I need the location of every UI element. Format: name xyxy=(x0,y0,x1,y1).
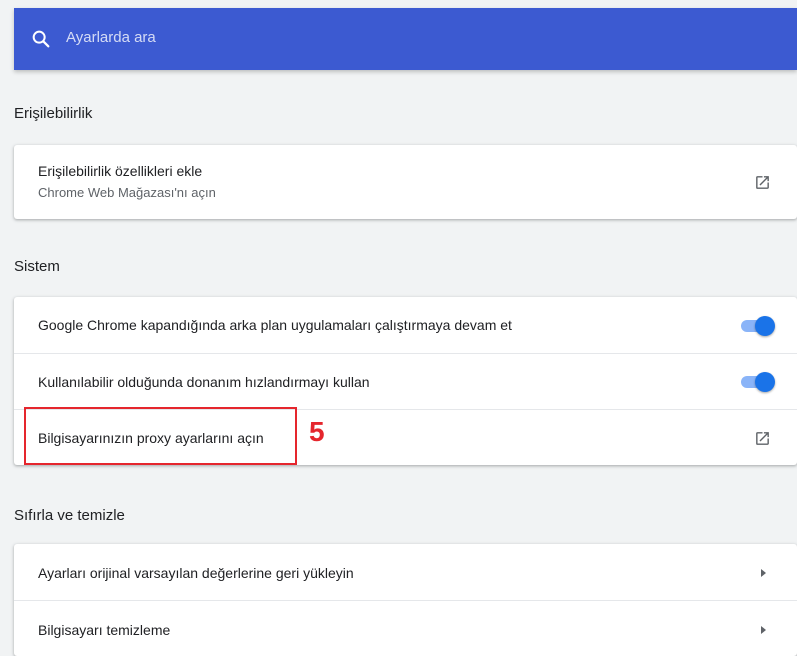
accessibility-card: Erişilebilirlik özellikleri ekle Chrome … xyxy=(14,145,797,219)
section-title-reset: Sıfırla ve temizle xyxy=(14,507,125,524)
row-sublabel: Chrome Web Mağazası'nı açın xyxy=(38,185,216,200)
step-number-annotation: 5 xyxy=(309,416,325,447)
row-label: Erişilebilirlik özellikleri ekle xyxy=(38,163,203,179)
row-label: Bilgisayarı temizleme xyxy=(38,622,171,638)
toggle-knob xyxy=(755,316,775,336)
row-label: Ayarları orijinal varsayılan değerlerine… xyxy=(38,565,354,581)
row-label: Google Chrome kapandığında arka plan uyg… xyxy=(38,317,512,333)
row-restore-defaults[interactable]: Ayarları orijinal varsayılan değerlerine… xyxy=(14,544,797,600)
row-add-accessibility-features[interactable]: Erişilebilirlik özellikleri ekle Chrome … xyxy=(14,145,797,219)
system-card: Google Chrome kapandığında arka plan uyg… xyxy=(14,297,797,465)
reset-card: Ayarları orijinal varsayılan değerlerine… xyxy=(14,544,797,656)
background-apps-toggle[interactable] xyxy=(739,316,775,336)
arrow-right-icon xyxy=(761,626,766,634)
external-link-icon[interactable] xyxy=(754,174,771,191)
external-link-icon[interactable] xyxy=(754,430,771,447)
hardware-acceleration-toggle[interactable] xyxy=(739,372,775,392)
row-background-apps[interactable]: Google Chrome kapandığında arka plan uyg… xyxy=(14,297,797,353)
row-label: Kullanılabilir olduğunda donanım hızland… xyxy=(38,374,370,390)
search-input[interactable]: Ayarlarda ara xyxy=(66,29,156,46)
row-hardware-acceleration[interactable]: Kullanılabilir olduğunda donanım hızland… xyxy=(14,353,797,409)
toggle-knob xyxy=(755,372,775,392)
search-icon xyxy=(32,30,50,48)
row-clean-up-computer[interactable]: Bilgisayarı temizleme xyxy=(14,600,797,656)
row-label: Bilgisayarınızın proxy ayarlarını açın xyxy=(38,430,264,446)
section-title-accessibility: Erişilebilirlik xyxy=(14,105,93,122)
settings-search-bar[interactable]: Ayarlarda ara xyxy=(14,8,797,70)
arrow-right-icon xyxy=(761,569,766,577)
section-title-system: Sistem xyxy=(14,258,60,275)
row-proxy-settings[interactable]: Bilgisayarınızın proxy ayarlarını açın xyxy=(14,409,797,465)
